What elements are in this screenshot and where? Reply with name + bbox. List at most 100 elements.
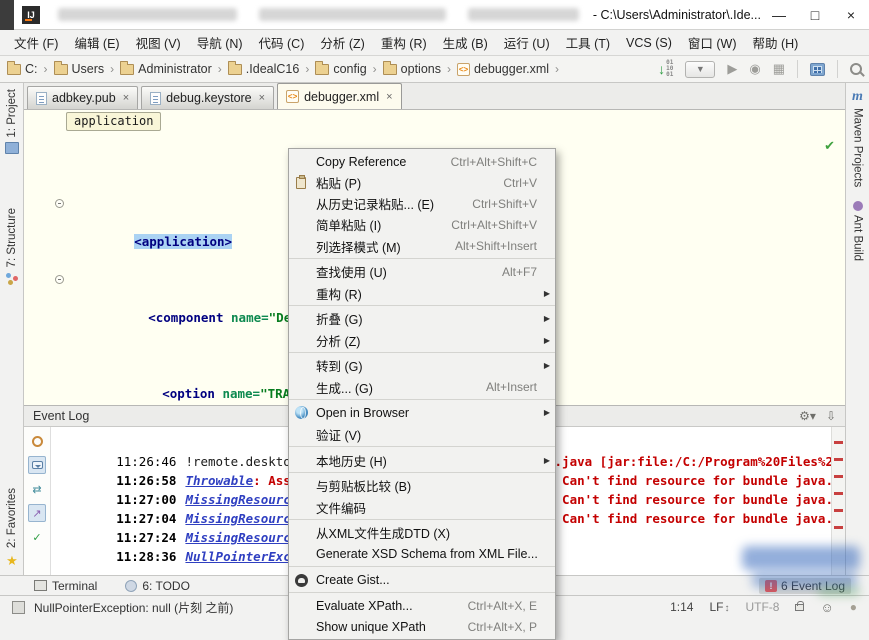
lock-icon[interactable] (795, 604, 804, 611)
gear-icon[interactable]: ⚙▾ (799, 409, 816, 423)
menu-item-icon (294, 599, 310, 613)
file-encoding[interactable]: UTF-8 (745, 600, 779, 614)
fold-marker-icon[interactable] (55, 275, 64, 284)
breadcrumb-icon (315, 64, 329, 75)
inspection-ok-icon[interactable]: ✔ (824, 138, 835, 154)
debug-icon[interactable]: ◉ (749, 61, 760, 77)
submenu-arrow-icon: ▶ (544, 408, 550, 417)
context-menu-item[interactable]: Show unique XPath Ctrl+Alt+X, P (289, 616, 555, 637)
menu-bar-item[interactable]: 文件 (F) (6, 33, 66, 52)
menu-bar-item[interactable]: 窗口 (W) (680, 33, 745, 52)
close-tab-icon[interactable]: × (259, 92, 265, 104)
menu-bar-item[interactable]: 导航 (N) (189, 33, 251, 52)
line-separator-selector[interactable]: LF↕ (709, 600, 729, 614)
editor-context-menu: Copy Reference Ctrl+Alt+Shift+C 粘贴 (P) C… (288, 148, 556, 640)
tool-button-terminal[interactable]: Terminal (52, 579, 97, 593)
menu-bar-item[interactable]: 分析 (Z) (312, 33, 372, 52)
blurred-title-segment (259, 8, 446, 21)
menu-bar-item[interactable]: 代码 (C) (251, 33, 313, 52)
coverage-icon[interactable]: ▦ (773, 61, 785, 77)
soft-wrap-icon[interactable]: ⇄ (28, 480, 46, 498)
show-balloons-icon[interactable] (28, 456, 46, 474)
dock-icon[interactable]: ⇩ (826, 409, 836, 423)
breadcrumb[interactable]: options › (383, 62, 457, 76)
breadcrumb[interactable]: debugger.xml › (457, 62, 565, 76)
menu-bar-item[interactable]: VCS (S) (618, 36, 680, 50)
status-message[interactable]: NullPointerException: null (片刻 之前) (34, 599, 233, 616)
tool-button-event-log[interactable]: ! 6 Event Log (759, 578, 851, 594)
editor-tab[interactable]: debug.keystore × (141, 86, 274, 109)
context-menu-item[interactable]: 验证 (V) (289, 423, 555, 447)
editor-tab[interactable]: debugger.xml × (277, 83, 402, 109)
menu-item-label: 生成... (G) (316, 378, 373, 397)
context-menu-item[interactable]: Open in Browser ▶ (289, 402, 555, 423)
fold-marker-icon[interactable] (55, 199, 64, 208)
sidebar-item-project[interactable]: 1: Project (0, 89, 24, 154)
menu-bar-item[interactable]: 帮助 (H) (745, 33, 807, 52)
toolwindow-toggle-icon[interactable] (12, 601, 25, 614)
context-menu-item[interactable]: 分析 (Z) ▶ (289, 329, 555, 353)
breadcrumb[interactable]: C: › (7, 62, 54, 76)
context-menu-item[interactable]: Create Gist... (289, 569, 555, 593)
run-icon[interactable]: ▶ (727, 61, 737, 77)
close-tab-icon[interactable]: × (123, 92, 129, 104)
context-menu-item[interactable]: 本地历史 (H) ▶ (289, 449, 555, 473)
chevron-right-icon: › (555, 62, 559, 76)
sidebar-item-ant-build[interactable]: Ant Build (846, 187, 869, 261)
close-button[interactable]: × (833, 0, 869, 29)
menu-bar-item[interactable]: 重构 (R) (373, 33, 435, 52)
search-icon[interactable] (850, 63, 862, 75)
context-menu-item[interactable]: 重构 (R) ▶ (289, 282, 555, 306)
sidebar-item-structure[interactable]: 7: Structure (0, 208, 24, 285)
context-menu-item[interactable]: 与剪贴板比较 (B) (289, 475, 555, 496)
menu-bar-item[interactable]: 视图 (V) (128, 33, 189, 52)
editor-tab[interactable]: adbkey.pub × (27, 86, 138, 109)
menu-bar-item[interactable]: 运行 (U) (496, 33, 558, 52)
context-menu-item[interactable]: 文件编码 (289, 496, 555, 520)
tab-label: debugger.xml (304, 90, 379, 104)
breadcrumb[interactable]: Users › (54, 62, 121, 76)
breadcrumb[interactable]: Administrator › (120, 62, 228, 76)
tool-button-todo[interactable]: 6: TODO (142, 579, 190, 593)
menu-item-shortcut: Ctrl+Alt+X, P (454, 620, 537, 634)
menu-bar-item[interactable]: 工具 (T) (558, 33, 618, 52)
run-config-dropdown[interactable]: ▼ (685, 61, 715, 78)
compile-icon[interactable]: ↓011001 (658, 60, 673, 78)
context-menu-item[interactable]: 折叠 (G) ▶ (289, 308, 555, 329)
context-menu-item[interactable]: 查找使用 (U) Alt+F7 (289, 261, 555, 282)
menu-bar-item[interactable]: 生成 (B) (435, 33, 496, 52)
tab-label: adbkey.pub (52, 91, 116, 105)
chevron-right-icon: › (44, 62, 48, 76)
log-settings-icon[interactable] (28, 432, 46, 450)
context-menu-item[interactable]: 从XML文件生成DTD (X) (289, 522, 555, 543)
minimize-button[interactable]: — (761, 0, 797, 29)
context-menu-item[interactable]: Copy Reference Ctrl+Alt+Shift+C (289, 151, 555, 172)
hector-inspector-icon[interactable]: ☺ (820, 600, 833, 615)
context-menu-item[interactable]: Generate XSD Schema from XML File... (289, 543, 555, 567)
star-icon: ★ (6, 553, 18, 569)
context-menu-item[interactable]: 转到 (G) ▶ (289, 355, 555, 376)
editor-tab-bar: adbkey.pub × debug.keystore × debugger.x… (24, 83, 845, 110)
expand-all-icon[interactable]: ↗ (28, 504, 46, 522)
context-menu-item[interactable]: 简单粘贴 (I) Ctrl+Alt+Shift+V (289, 214, 555, 235)
tag-breadcrumb-balloon[interactable]: application (66, 112, 161, 131)
sidebar-item-favorites[interactable]: 2: Favorites ★ (0, 488, 24, 569)
context-menu-item[interactable]: 生成... (G) Alt+Insert (289, 376, 555, 400)
menu-bar-item[interactable]: 编辑 (E) (66, 33, 127, 52)
event-log-title: Event Log (33, 409, 89, 423)
maximize-button[interactable]: □ (797, 0, 833, 29)
breadcrumb[interactable]: config › (315, 62, 382, 76)
breadcrumb[interactable]: .IdealC16 › (228, 62, 316, 76)
close-tab-icon[interactable]: × (386, 91, 392, 103)
context-menu-item[interactable]: Evaluate XPath... Ctrl+Alt+X, E (289, 595, 555, 616)
context-menu-item[interactable]: 从历史记录粘贴... (E) Ctrl+Shift+V (289, 193, 555, 214)
chevron-right-icon: › (305, 62, 309, 76)
mark-read-icon[interactable]: ✓ (28, 528, 46, 546)
monitor-icon[interactable] (810, 63, 825, 76)
context-menu-item[interactable]: 粘贴 (P) Ctrl+V (289, 172, 555, 193)
sidebar-item-maven[interactable]: m Maven Projects (846, 83, 869, 187)
context-menu-item[interactable]: 列选择模式 (M) Alt+Shift+Insert (289, 235, 555, 259)
breadcrumb-icon (120, 64, 134, 75)
error-stripe[interactable] (831, 427, 845, 575)
caret-position[interactable]: 1:14 (670, 600, 693, 614)
